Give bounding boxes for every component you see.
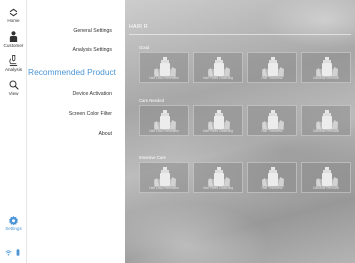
product-card-label: Hair Loss Prevention	[149, 76, 179, 80]
section-label: Intensive Care	[139, 155, 166, 160]
status-icons	[5, 249, 20, 256]
product-card-label: Hair Loss Prevention	[149, 129, 179, 133]
wifi-icon	[5, 249, 12, 256]
product-card[interactable]: Hair Pores Cleansing	[193, 105, 243, 136]
product-card-label: Dandruff Removal	[313, 186, 339, 190]
product-card-label: Dandruff Removal	[313, 76, 339, 80]
product-card-label: Dandruff Removal	[313, 129, 339, 133]
product-card[interactable]: Dandruff Removal	[301, 52, 351, 83]
page-title: HAIR R	[129, 24, 148, 30]
product-card-label: Hair Thickness	[261, 76, 283, 80]
nav-rail: Home Customer Analysis View Settings	[0, 0, 27, 263]
title-divider	[129, 34, 351, 35]
product-card[interactable]: Hair Pores Cleansing	[193, 52, 243, 83]
product-card-label: Hair Loss Prevention	[149, 186, 179, 190]
settings-menu: General Settings Analysis Settings Recom…	[27, 0, 125, 263]
menu-item-general-settings[interactable]: General Settings	[73, 28, 112, 34]
menu-item-device-activation[interactable]: Device Activation	[72, 91, 112, 97]
product-card-label: Hair Pores Cleansing	[202, 129, 234, 133]
rail-item-analysis[interactable]: Analysis	[0, 54, 27, 73]
menu-item-analysis-settings[interactable]: Analysis Settings	[72, 47, 112, 53]
settings-icon	[8, 215, 19, 226]
product-card-label: Hair Pores Cleansing	[202, 186, 234, 190]
rail-label-view: View	[8, 91, 19, 96]
battery-icon	[16, 249, 20, 256]
rail-label-analysis: Analysis	[4, 67, 23, 72]
rail-item-settings[interactable]: Settings	[0, 215, 27, 232]
section-label: Good	[139, 45, 150, 50]
customer-icon	[9, 31, 18, 42]
product-card-label: Hair Pores Cleansing	[202, 76, 234, 80]
menu-item-recommended-product[interactable]: Recommended Product	[28, 68, 116, 77]
product-card[interactable]: Hair Thickness	[247, 52, 297, 83]
menu-item-about[interactable]: About	[98, 131, 112, 137]
rail-item-customer[interactable]: Customer	[0, 30, 27, 49]
product-card[interactable]: Dandruff Removal	[301, 105, 351, 136]
product-card[interactable]: Hair Loss Prevention	[139, 105, 189, 136]
rail-label-home: Home	[7, 18, 20, 23]
section-label: Care Needed	[139, 98, 164, 103]
product-card[interactable]: Dandruff Removal	[301, 162, 351, 193]
product-card[interactable]: Hair Thickness	[247, 105, 297, 136]
home-icon	[9, 8, 18, 17]
rail-item-home[interactable]: Home	[0, 7, 27, 24]
product-card[interactable]: Hair Loss Prevention	[139, 52, 189, 83]
product-card-label: Hair Thickness	[261, 186, 283, 190]
analysis-icon	[9, 55, 18, 67]
recommended-product-panel: HAIR R Good Hair Loss Prevention Hair Po…	[125, 0, 355, 263]
view-icon	[9, 80, 19, 90]
product-card[interactable]: Hair Thickness	[247, 162, 297, 193]
product-card-label: Hair Thickness	[261, 129, 283, 133]
rail-item-view[interactable]: View	[0, 79, 27, 97]
product-card[interactable]: Hair Loss Prevention	[139, 162, 189, 193]
rail-label-customer: Customer	[3, 43, 24, 48]
rail-label-settings: Settings	[5, 226, 22, 231]
menu-item-screen-color-filter[interactable]: Screen Color Filter	[69, 111, 112, 117]
product-card[interactable]: Hair Pores Cleansing	[193, 162, 243, 193]
